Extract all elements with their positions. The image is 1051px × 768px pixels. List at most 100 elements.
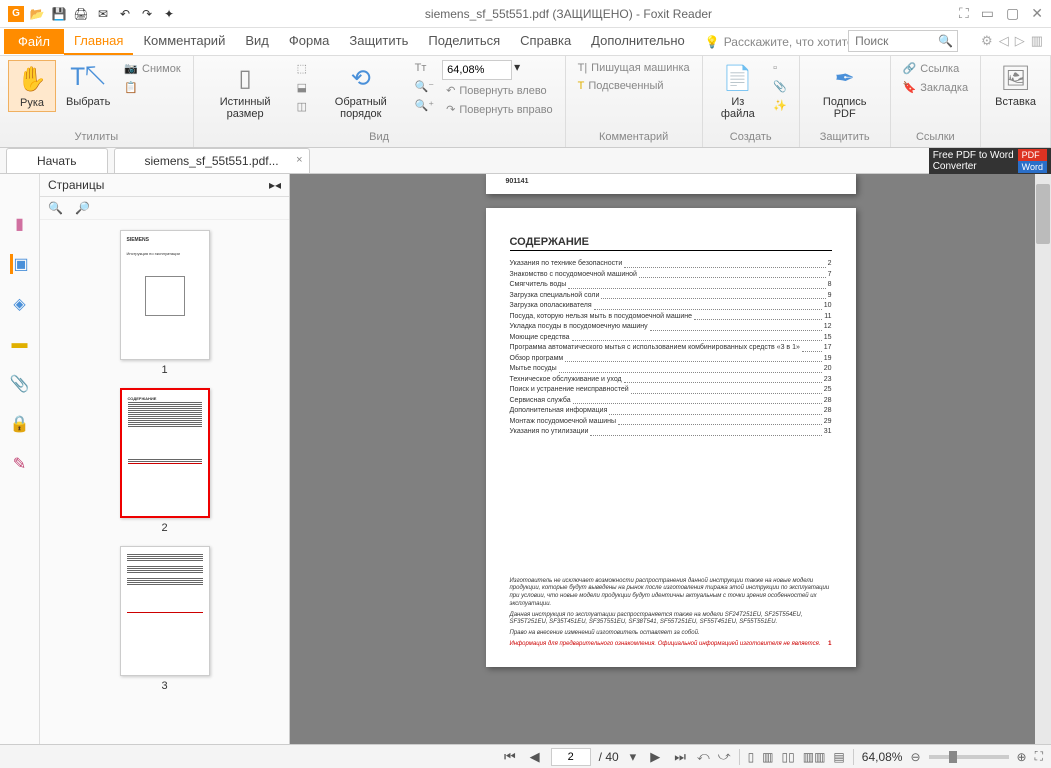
clipboard-tool[interactable]: 📋 [120,79,184,96]
fit-width-button[interactable]: ⬓ [293,79,311,96]
select-tool[interactable]: Ꭲ↖ Выбрать [60,60,116,110]
tab-home[interactable]: Главная [64,28,133,55]
quick-access-toolbar: 📂 💾 🖨 ✉ ↶ ↷ ✦ [28,5,178,23]
snapshot-tool[interactable]: 📷Снимок [120,60,184,77]
maximize-button[interactable]: ▢ [1006,5,1019,22]
toc-entry: Монтаж посудомоечной машины29 [510,417,832,428]
panel-collapse-icon[interactable]: ▸◂ [269,178,281,192]
start-tab[interactable]: Начать [6,148,108,173]
print-icon[interactable]: 🖨 [72,5,90,23]
toc-entry: Загрузка специальной соли9 [510,291,832,302]
security-panel-icon[interactable]: 🔒 [10,414,30,434]
single-page-icon[interactable]: ▯ [748,750,755,764]
clipboard-create-button[interactable]: 📎 [769,78,791,95]
text-reflow-icon[interactable]: Tᴛ [415,62,427,74]
rotate-right-button[interactable]: ↷Повернуть вправо [442,101,556,118]
reverse-order-button[interactable]: ⟲ Обратный порядок [315,60,407,122]
minimize-button[interactable]: ▭ [981,5,994,22]
hand-tool[interactable]: ✋ Рука [8,60,56,112]
close-button[interactable]: ✕ [1031,5,1043,22]
nav-next-icon[interactable]: ▷ [1015,33,1025,49]
blank-page-button[interactable]: ▫ [769,60,791,76]
search-button[interactable]: 🔍 [938,34,953,48]
thumbnail-page-1[interactable]: SIEMENS Инструкция по эксплуатации 1 [120,230,210,376]
doc-nav-icon[interactable]: ▥ [1031,33,1043,49]
fit-visible-button[interactable]: ◫ [293,98,311,115]
tab-protect[interactable]: Защитить [339,28,418,55]
close-tab-icon[interactable]: × [296,154,302,166]
insert-button[interactable]: 🖼 Вставка [989,60,1042,110]
tab-help[interactable]: Справка [510,28,581,55]
rotate-right-icon: ↷ [446,103,455,116]
typewriter-button[interactable]: T|Пишущая машинка [574,60,694,76]
facing-icon[interactable]: ▯▯ [782,750,795,764]
file-menu[interactable]: Файл [4,29,64,54]
first-page-button[interactable]: ⏮ [501,749,519,765]
page-number-input[interactable] [551,748,591,766]
link-icon: 🔗 [903,62,917,75]
zoom-input[interactable] [442,60,512,80]
toc-entry: Знакомство с посудомоечной машиной7 [510,270,832,281]
email-icon[interactable]: ✉ [94,5,112,23]
last-page-button[interactable]: ⏭ [671,749,689,765]
nav-prev-icon[interactable]: ◁ [999,33,1009,49]
from-file-button[interactable]: 📄 Из файла [711,60,765,122]
pages-panel-icon[interactable]: ▣ [10,254,30,274]
thumbnail-list[interactable]: SIEMENS Инструкция по эксплуатации 1 СОД… [40,220,289,744]
toc-entry: Посуда, которую нельзя мыть в посудомоеч… [510,312,832,323]
zoom-in-status-button[interactable]: ⊕ [1017,750,1027,764]
bookmarks-panel-icon[interactable]: ▮ [10,214,30,234]
sign-pdf-button[interactable]: ✒ Подпись PDF [808,60,882,122]
bookmark-button[interactable]: 🔖Закладка [899,79,973,96]
open-icon[interactable]: 📂 [28,5,46,23]
thumbnail-page-2[interactable]: СОДЕРЖАНИЕ 2 [120,388,210,534]
zoom-slider[interactable] [929,755,1009,759]
tab-form[interactable]: Форма [279,28,340,55]
rotate-left-button[interactable]: ↶Повернуть влево [442,82,556,99]
prev-page-button[interactable]: ◀ [527,749,543,765]
thumbnail-page-3[interactable]: 3 [120,546,210,692]
link-button[interactable]: 🔗Ссылка [899,60,973,77]
save-icon[interactable]: 💾 [50,5,68,23]
zoom-out-status-button[interactable]: ⊖ [910,750,920,764]
zoom-out-button[interactable]: 🔍⁻ [411,78,439,95]
document-viewer[interactable]: 901141 СОДЕРЖАНИЕ Указания по технике бе… [290,174,1051,744]
thumb-size-up-icon[interactable]: 🔎 [75,201,90,215]
fullscreen-icon[interactable]: ⛶ [1035,749,1043,764]
tab-share[interactable]: Поделиться [418,28,510,55]
continuous-facing-icon[interactable]: ▥▥ [803,750,826,764]
camera-icon: 📷 [124,62,138,75]
thumb-size-down-icon[interactable]: 🔍 [48,201,63,215]
zoom-dropdown-icon[interactable]: ▾ [514,60,520,80]
vertical-scrollbar[interactable] [1035,174,1051,744]
show-cover-icon[interactable]: ▤ [833,750,844,764]
ad-banner[interactable]: Free PDF to Word Converter PDF Word [929,148,1051,174]
bulb-icon: 💡 [705,35,720,49]
zoom-in-button[interactable]: 🔍⁺ [411,97,439,114]
signatures-panel-icon[interactable]: ✎ [10,454,30,474]
cursor-icon[interactable]: ✦ [160,5,178,23]
gear-icon[interactable]: ⚙ [981,33,993,49]
page-dropdown-icon[interactable]: ▾ [627,749,640,765]
tab-comment[interactable]: Комментарий [133,28,235,55]
reverse-icon: ⟲ [345,62,377,94]
continuous-icon[interactable]: ▥ [762,750,773,764]
back-view-icon[interactable]: ⤺ [697,749,710,764]
ribbon-toggle-icon[interactable]: ⛶ [959,5,969,22]
document-tab[interactable]: siemens_sf_55t551.pdf...× [114,148,310,173]
tab-extra[interactable]: Дополнительно [581,28,695,55]
undo-icon[interactable]: ↶ [116,5,134,23]
layers-panel-icon[interactable]: ◈ [10,294,30,314]
attachments-panel-icon[interactable]: 📎 [10,374,30,394]
toc-entry: Обзор программ19 [510,354,832,365]
forward-view-icon[interactable]: ⤻ [718,749,731,764]
tab-view[interactable]: Вид [235,28,279,55]
next-page-button[interactable]: ▶ [647,749,663,765]
fit-page-button[interactable]: ⬚ [293,60,311,77]
comments-panel-icon[interactable]: ▬ [10,334,30,354]
panel-title: Страницы [48,178,104,192]
redo-icon[interactable]: ↷ [138,5,156,23]
actual-size-button[interactable]: ▯ Истинный размер [202,60,289,122]
highlight-button[interactable]: TПодсвеченный [574,78,694,94]
scanner-button[interactable]: ✨ [769,97,791,114]
